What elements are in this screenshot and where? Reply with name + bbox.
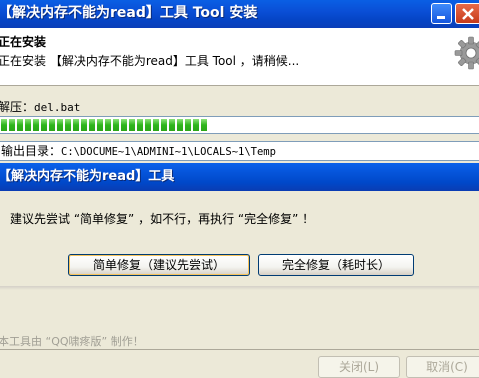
install-progress-bar bbox=[0, 116, 479, 134]
progress-block bbox=[81, 119, 87, 131]
progress-block bbox=[113, 119, 119, 131]
progress-block bbox=[89, 119, 95, 131]
progress-block bbox=[105, 119, 111, 131]
progress-fill bbox=[1, 119, 209, 131]
progress-block bbox=[9, 119, 15, 131]
progress-block bbox=[129, 119, 135, 131]
output-label: 输出目录： bbox=[1, 144, 62, 158]
progress-block bbox=[145, 119, 151, 131]
progress-block bbox=[33, 119, 39, 131]
extract-status: 解压：del.bat bbox=[0, 98, 80, 115]
full-repair-button[interactable]: 完全修复（耗时长） bbox=[258, 254, 414, 276]
progress-block bbox=[25, 119, 31, 131]
close-window-button[interactable] bbox=[455, 3, 479, 24]
output-path: C:\DOCUME~1\ADMINI~1\LOCALS~1\Temp bbox=[61, 146, 276, 158]
minimize-button[interactable] bbox=[431, 3, 452, 24]
window-title: 【解决内存不能为read】工具 Tool 安装 bbox=[0, 5, 258, 21]
dialog-title: 【解决内存不能为read】工具 bbox=[0, 169, 175, 184]
close-button[interactable]: 关闭(L) bbox=[318, 356, 400, 378]
output-directory: 输出目录：C:\DOCUME~1\ADMINI~1\LOCALS~1\Temp bbox=[0, 141, 479, 161]
progress-block bbox=[161, 119, 167, 131]
simple-repair-button[interactable]: 简单修复（建议先尝试） bbox=[68, 254, 250, 276]
close-icon bbox=[462, 8, 474, 20]
page-heading: 正在安装 bbox=[0, 35, 47, 49]
progress-block bbox=[185, 119, 191, 131]
progress-block bbox=[49, 119, 55, 131]
page-subtitle: 正在安装 【解决内存不能为read】工具 Tool ，请稍候... bbox=[0, 54, 300, 68]
progress-block bbox=[169, 119, 175, 131]
dialog-titlebar[interactable]: 【解决内存不能为read】工具 bbox=[0, 163, 479, 191]
window-titlebar[interactable]: 【解决内存不能为read】工具 Tool 安装 bbox=[0, 0, 479, 28]
progress-block bbox=[57, 119, 63, 131]
minimize-icon bbox=[437, 16, 445, 19]
progress-block bbox=[177, 119, 183, 131]
progress-block bbox=[153, 119, 159, 131]
extract-filename: del.bat bbox=[34, 101, 81, 114]
branding-credit: 本工具由 “QQ啸疼版” 制作！ bbox=[0, 335, 144, 348]
extract-label: 解压： bbox=[0, 100, 35, 114]
progress-block bbox=[193, 119, 199, 131]
dialog-message: 建议先尝试 “简单修复” ，如不行，再执行 “完全修复” ！ bbox=[10, 212, 315, 226]
cancel-button[interactable]: 取消(C) bbox=[406, 356, 479, 378]
progress-block bbox=[17, 119, 23, 131]
progress-block bbox=[137, 119, 143, 131]
progress-block bbox=[41, 119, 47, 131]
progress-block bbox=[121, 119, 127, 131]
progress-block bbox=[65, 119, 71, 131]
progress-block bbox=[1, 119, 7, 131]
progress-block bbox=[73, 119, 79, 131]
progress-block bbox=[201, 119, 207, 131]
dialog-edge bbox=[0, 286, 479, 290]
progress-block bbox=[97, 119, 103, 131]
gear-icon bbox=[454, 36, 479, 70]
footer-divider bbox=[0, 349, 479, 350]
